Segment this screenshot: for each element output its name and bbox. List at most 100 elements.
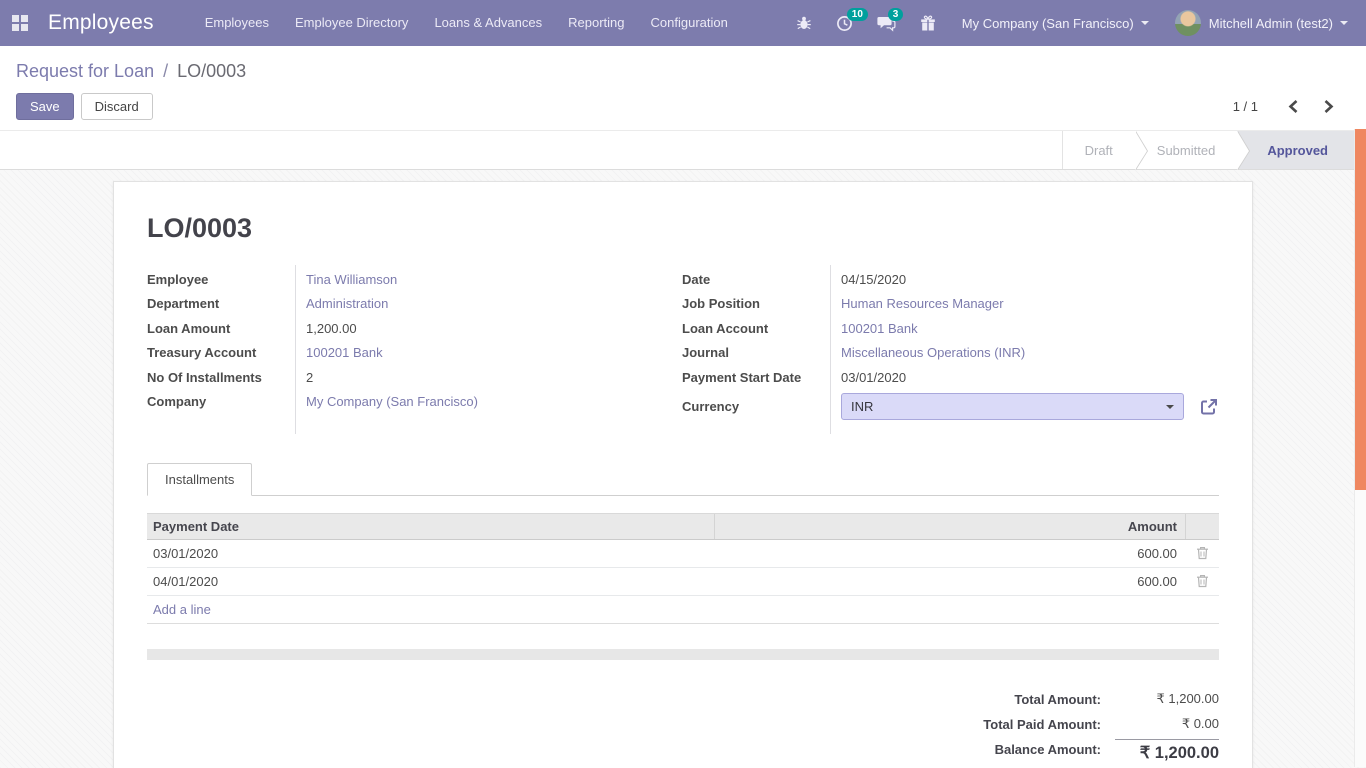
balance-amount-value: ₹ 1,200.00 [1115, 739, 1219, 763]
pager-previous-button[interactable] [1280, 99, 1307, 114]
navbar-systray: 10 3 My Company (San Francisco) Mitchell… [772, 10, 1366, 36]
currency-selected-value: INR [851, 399, 873, 414]
tab-installments[interactable]: Installments [147, 463, 252, 496]
delete-row-button[interactable] [1185, 574, 1219, 588]
field-label-date: Date [682, 272, 830, 287]
field-label-journal: Journal [682, 345, 830, 360]
bug-icon [796, 15, 812, 31]
totals-summary: Total Amount: ₹ 1,200.00 Total Paid Amou… [859, 687, 1219, 763]
table-row[interactable]: 04/01/2020 600.00 [147, 568, 1219, 596]
menu-item-reporting[interactable]: Reporting [555, 0, 637, 46]
column-header-payment-date[interactable]: Payment Date [147, 519, 714, 534]
company-switcher[interactable]: My Company (San Francisco) [962, 16, 1149, 31]
table-header-row: Payment Date Amount [147, 513, 1219, 540]
total-amount-label: Total Amount: [859, 692, 1115, 707]
status-step-draft[interactable]: Draft [1062, 131, 1135, 169]
trash-icon [1196, 574, 1209, 588]
status-step-submitted[interactable]: Submitted [1135, 131, 1238, 169]
vertical-scrollbar-thumb[interactable] [1355, 129, 1366, 490]
pager-count: 1 / 1 [1233, 99, 1258, 114]
company-name: My Company (San Francisco) [962, 16, 1134, 31]
discard-button[interactable]: Discard [81, 93, 153, 120]
user-menu[interactable]: Mitchell Admin (test2) [1175, 10, 1348, 36]
delete-row-button[interactable] [1185, 546, 1219, 560]
menu-item-loans-advances[interactable]: Loans & Advances [421, 0, 555, 46]
table-row[interactable]: 03/01/2020 600.00 [147, 540, 1219, 568]
balance-amount-label: Balance Amount: [859, 742, 1115, 757]
messages-button[interactable]: 3 [877, 15, 896, 32]
table-horizontal-scrollbar[interactable] [147, 649, 1219, 660]
column-header-actions [1185, 514, 1219, 539]
field-group-left: EmployeeTina Williamson DepartmentAdmini… [147, 267, 664, 434]
external-link-icon [1199, 397, 1219, 417]
field-label-loan-account: Loan Account [682, 321, 830, 336]
activities-button[interactable]: 10 [836, 15, 853, 32]
menu-item-employee-directory[interactable]: Employee Directory [282, 0, 421, 46]
total-paid-amount-label: Total Paid Amount: [859, 717, 1115, 732]
menu-item-configuration[interactable]: Configuration [638, 0, 741, 46]
apps-menu-button[interactable] [0, 0, 40, 46]
pager: 1 / 1 [1233, 99, 1342, 114]
field-label-job-position: Job Position [682, 296, 830, 311]
field-label-treasury-account: Treasury Account [147, 345, 295, 360]
cell-payment-date[interactable]: 03/01/2020 [147, 546, 714, 561]
trash-icon [1196, 546, 1209, 560]
breadcrumb-separator: / [159, 61, 172, 81]
breadcrumb: Request for Loan / LO/0003 [16, 58, 1366, 84]
debug-button[interactable] [796, 15, 812, 31]
field-label-department: Department [147, 296, 295, 311]
field-value-no-of-installments[interactable]: 2 [295, 370, 313, 385]
activities-badge: 10 [847, 8, 868, 21]
field-value-department[interactable]: Administration [295, 296, 388, 311]
field-value-date[interactable]: 04/15/2020 [830, 272, 906, 287]
field-value-payment-start-date[interactable]: 03/01/2020 [830, 370, 906, 385]
currency-select[interactable]: INR [841, 393, 1184, 420]
cell-amount[interactable]: 600.00 [714, 546, 1185, 561]
save-button[interactable]: Save [16, 93, 74, 120]
chevron-down-icon [1166, 405, 1174, 409]
rewards-button[interactable] [920, 15, 936, 32]
apps-grid-icon [12, 15, 28, 31]
form-view-background: LO/0003 EmployeeTina Williamson Departme… [0, 170, 1366, 768]
form-sheet: LO/0003 EmployeeTina Williamson Departme… [113, 181, 1253, 768]
top-navbar: Employees Employees Employee Directory L… [0, 0, 1366, 46]
field-value-company[interactable]: My Company (San Francisco) [295, 394, 478, 409]
field-value-treasury-account[interactable]: 100201 Bank [295, 345, 383, 360]
breadcrumb-parent-link[interactable]: Request for Loan [16, 61, 154, 81]
field-label-currency: Currency [682, 399, 830, 414]
main-area: LO/0003 EmployeeTina Williamson Departme… [0, 129, 1366, 767]
pager-next-button[interactable] [1315, 99, 1342, 114]
control-panel: Request for Loan / LO/0003 Save Discard … [0, 46, 1366, 130]
field-label-company: Company [147, 394, 295, 409]
breadcrumb-current: LO/0003 [177, 61, 246, 81]
field-value-loan-amount[interactable]: 1,200.00 [295, 321, 357, 336]
user-avatar [1175, 10, 1201, 36]
column-header-amount[interactable]: Amount [714, 514, 1185, 539]
field-value-employee[interactable]: Tina Williamson [295, 272, 397, 287]
menu-item-employees[interactable]: Employees [192, 0, 282, 46]
notebook-tabs: Installments [147, 463, 1219, 496]
user-name: Mitchell Admin (test2) [1209, 16, 1333, 31]
field-label-payment-start-date: Payment Start Date [682, 370, 830, 385]
field-groups: EmployeeTina Williamson DepartmentAdmini… [147, 267, 1219, 434]
cell-amount[interactable]: 600.00 [714, 574, 1185, 589]
field-value-loan-account[interactable]: 100201 Bank [830, 321, 918, 336]
app-title: Employees [48, 11, 154, 35]
vertical-scrollbar[interactable] [1354, 129, 1366, 767]
total-amount-value: ₹ 1,200.00 [1115, 691, 1219, 707]
messages-badge: 3 [888, 8, 904, 21]
gift-icon [920, 15, 936, 32]
field-value-journal[interactable]: Miscellaneous Operations (INR) [830, 345, 1025, 360]
record-title: LO/0003 [147, 213, 1219, 244]
currency-external-link-button[interactable] [1199, 397, 1219, 417]
field-value-job-position[interactable]: Human Resources Manager [830, 296, 1004, 311]
cell-payment-date[interactable]: 04/01/2020 [147, 574, 714, 589]
field-group-right: Date04/15/2020 Job PositionHuman Resourc… [682, 267, 1219, 434]
chevron-down-icon [1141, 21, 1149, 25]
add-a-line-link[interactable]: Add a line [147, 596, 1219, 624]
field-label-no-of-installments: No Of Installments [147, 370, 295, 385]
chevron-down-icon [1340, 21, 1348, 25]
main-menu: Employees Employee Directory Loans & Adv… [192, 0, 741, 46]
chevron-left-icon [1287, 99, 1300, 114]
total-paid-amount-value: ₹ 0.00 [1115, 716, 1219, 732]
